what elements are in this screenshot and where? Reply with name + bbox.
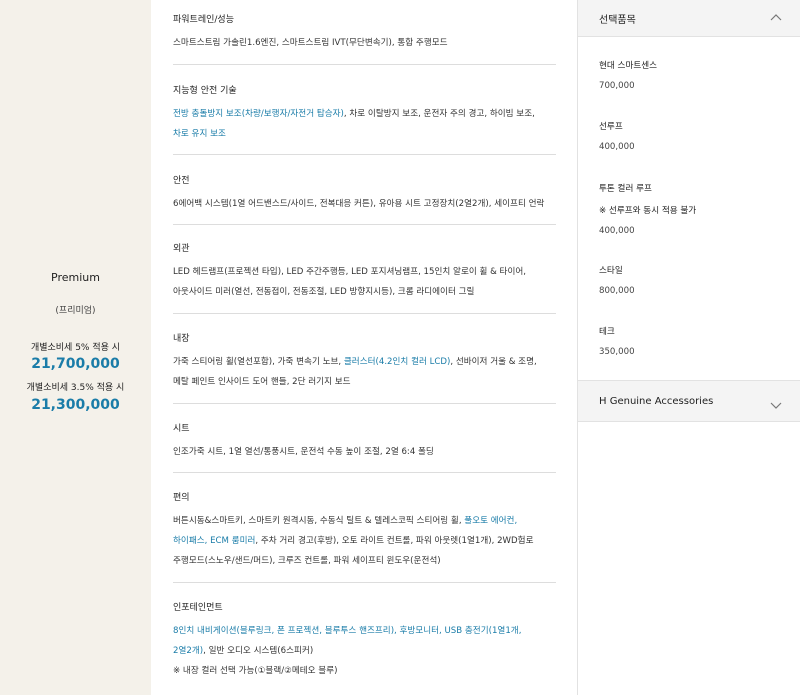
spec-line: 메탈 페인트 인사이드 도어 핸들, 2단 러기지 보드 — [173, 372, 556, 392]
chevron-down-icon[interactable] — [770, 399, 782, 411]
spec-line: 8인치 내비게이션(블루링크, 폰 프로젝션, 블루투스 핸즈프리), 후방모니… — [173, 621, 556, 641]
spec-line: 인조가죽 시트, 1열 열선/통풍시트, 운전석 수동 높이 조절, 2열 6:… — [173, 442, 556, 462]
trim-name: Premium — [51, 271, 100, 284]
spec-section: 파워트레인/성능 스마트스트림 가솔린1.6엔진, 스마트스트림 IVT(무단변… — [173, 12, 556, 53]
spec-line: 버튼시동&스마트키, 스마트키 원격시동, 수동식 틸트 & 텔레스코픽 스티어… — [173, 511, 556, 531]
spec-text: , 주차 거리 경고(후방), 오토 라이트 컨트롤, 파워 아웃렛(1열1개)… — [255, 536, 534, 546]
option-item: 테크 350,000 — [599, 325, 635, 357]
spec-section: 안전 6에어백 시스템(1열 어드밴스드/사이드, 전복대응 커튼), 유아용 … — [173, 173, 556, 214]
spec-body: 가죽 스티어링 휠(열선포함), 가죽 변속기 노브, 클러스터(4.2인치 컬… — [173, 352, 556, 392]
spec-text: ※ 내장 컬러 선택 가능(①블랙/②메테오 블루) — [173, 666, 338, 676]
spec-body: LED 헤드램프(프로젝션 타입), LED 주간주행등, LED 포지셔닝램프… — [173, 262, 556, 302]
tax35-label: 개별소비세 3.5% 적용 시 — [26, 383, 125, 393]
accessories-panel-title: H Genuine Accessories — [599, 396, 714, 407]
divider — [173, 154, 556, 155]
divider — [173, 582, 556, 583]
option-item: 현대 스마트센스 700,000 — [599, 59, 657, 91]
spec-body: 6에어백 시스템(1열 어드밴스드/사이드, 전복대응 커튼), 유아용 시트 … — [173, 194, 556, 214]
spec-text: , 일반 오디오 시스템(6스피커) — [203, 646, 314, 656]
option-item: 선루프 400,000 — [599, 120, 635, 152]
divider — [173, 472, 556, 473]
trim-name-korean: (프리미엄) — [55, 306, 96, 316]
spec-text: 6에어백 시스템(1열 어드밴스드/사이드, 전복대응 커튼), 유아용 시트 … — [173, 199, 545, 209]
spec-body: 전방 충돌방지 보조(차량/보행자/자전거 탑승자), 차로 이탈방지 보조, … — [173, 104, 556, 144]
spec-highlight-text: 전방 충돌방지 보조(차량/보행자/자전거 탑승자) — [173, 109, 344, 119]
option-name: 스타일 — [599, 266, 623, 276]
spec-section: 편의 버튼시동&스마트키, 스마트키 원격시동, 수동식 틸트 & 텔레스코픽 … — [173, 490, 556, 571]
options-sidebar: 선택품목 현대 스마트센스 700,000 선루프 400,000 투톤 컬러 … — [577, 0, 800, 695]
spec-section: 내장 가죽 스티어링 휠(열선포함), 가죽 변속기 노브, 클러스터(4.2인… — [173, 331, 556, 392]
spec-body: 스마트스트림 가솔린1.6엔진, 스마트스트림 IVT(무단변속기), 통합 주… — [173, 33, 556, 53]
option-name: 현대 스마트센스 — [599, 61, 658, 71]
tax35-price: 21,300,000 — [31, 397, 120, 413]
spec-text: 인조가죽 시트, 1열 열선/통풍시트, 운전석 수동 높이 조절, 2열 6:… — [173, 447, 434, 457]
spec-title: 내장 — [173, 334, 190, 344]
spec-line: ※ 내장 컬러 선택 가능(①블랙/②메테오 블루) — [173, 661, 556, 681]
options-panel-title: 선택품목 — [599, 15, 636, 26]
spec-title: 안전 — [173, 176, 190, 186]
spec-title: 지능형 안전 기술 — [173, 86, 237, 96]
option-price: 800,000 — [599, 286, 635, 296]
spec-line: 스마트스트림 가솔린1.6엔진, 스마트스트림 IVT(무단변속기), 통합 주… — [173, 33, 556, 53]
spec-line: 6에어백 시스템(1열 어드밴스드/사이드, 전복대응 커튼), 유아용 시트 … — [173, 194, 556, 214]
option-price: 400,000 — [599, 226, 635, 236]
spec-line: 차로 유지 보조 — [173, 124, 556, 144]
option-name: 투톤 컬러 루프 — [599, 184, 652, 194]
spec-text: 주행모드(스노우/샌드/머드), 크루즈 컨트롤, 파워 세이프티 윈도우(운전… — [173, 556, 441, 566]
spec-text: , 선바이저 거울 & 조명, — [450, 357, 537, 367]
accessories-panel-header[interactable]: H Genuine Accessories — [578, 380, 800, 422]
spec-line: 하이패스, ECM 룸미러, 주차 거리 경고(후방), 오토 라이트 컨트롤,… — [173, 531, 556, 551]
spec-highlight-text: 차로 유지 보조 — [173, 129, 226, 139]
spec-list: 파워트레인/성능 스마트스트림 가솔린1.6엔진, 스마트스트림 IVT(무단변… — [151, 0, 577, 695]
spec-body: 8인치 내비게이션(블루링크, 폰 프로젝션, 블루투스 핸즈프리), 후방모니… — [173, 621, 556, 681]
spec-highlight-text: 8인치 내비게이션(블루링크, 폰 프로젝션, 블루투스 핸즈프리), 후방모니… — [173, 626, 522, 636]
divider — [173, 224, 556, 225]
tax5-price: 21,700,000 — [31, 356, 120, 372]
spec-section: 외관 LED 헤드램프(프로젝션 타입), LED 주간주행등, LED 포지셔… — [173, 241, 556, 302]
spec-text: 스마트스트림 가솔린1.6엔진, 스마트스트림 IVT(무단변속기), 통합 주… — [173, 38, 448, 48]
options-panel-header[interactable]: 선택품목 — [578, 0, 800, 37]
option-name: 테크 — [599, 327, 615, 337]
spec-title: 시트 — [173, 424, 190, 434]
spec-line: 2열2개), 일반 오디오 시스템(6스피커) — [173, 641, 556, 661]
spec-title: 인포테인먼트 — [173, 603, 223, 613]
divider — [173, 313, 556, 314]
trim-summary-column: Premium (프리미엄) 개별소비세 5% 적용 시 21,700,000 … — [0, 0, 151, 695]
chevron-up-icon[interactable] — [770, 12, 782, 24]
divider — [173, 403, 556, 404]
spec-highlight-text: 클러스터(4.2인치 컬러 LCD) — [343, 357, 451, 367]
spec-section: 지능형 안전 기술 전방 충돌방지 보조(차량/보행자/자전거 탑승자), 차로… — [173, 83, 556, 144]
option-name: 선루프 — [599, 122, 623, 132]
spec-highlight-text: 풀오토 에어컨, — [464, 516, 518, 526]
option-price: 400,000 — [599, 142, 635, 152]
spec-text: LED 헤드램프(프로젝션 타입), LED 주간주행등, LED 포지셔닝램프… — [173, 267, 527, 277]
spec-line: 아웃사이드 미러(열선, 전동접이, 전동조절, LED 방향지시등), 크롬 … — [173, 282, 556, 302]
spec-title: 편의 — [173, 493, 190, 503]
option-item: 스타일 800,000 — [599, 264, 635, 296]
spec-title: 외관 — [173, 244, 190, 254]
spec-line: 주행모드(스노우/샌드/머드), 크루즈 컨트롤, 파워 세이프티 윈도우(운전… — [173, 551, 556, 571]
spec-text: 버튼시동&스마트키, 스마트키 원격시동, 수동식 틸트 & 텔레스코픽 스티어… — [173, 516, 465, 526]
spec-text: , 차로 이탈방지 보조, 운전자 주의 경고, 하이빔 보조, — [343, 109, 535, 119]
spec-section: 인포테인먼트 8인치 내비게이션(블루링크, 폰 프로젝션, 블루투스 핸즈프리… — [173, 600, 556, 681]
option-note: ※ 선루프와 동시 적용 불가 — [599, 206, 697, 216]
spec-line: 가죽 스티어링 휠(열선포함), 가죽 변속기 노브, 클러스터(4.2인치 컬… — [173, 352, 556, 372]
divider — [173, 64, 556, 65]
option-item: 투톤 컬러 루프 ※ 선루프와 동시 적용 불가 400,000 — [599, 182, 696, 236]
spec-body: 인조가죽 시트, 1열 열선/통풍시트, 운전석 수동 높이 조절, 2열 6:… — [173, 442, 556, 462]
spec-text: 아웃사이드 미러(열선, 전동접이, 전동조절, LED 방향지시등), 크롬 … — [173, 287, 475, 297]
option-price: 350,000 — [599, 347, 635, 357]
spec-title: 파워트레인/성능 — [173, 15, 234, 25]
spec-line: LED 헤드램프(프로젝션 타입), LED 주간주행등, LED 포지셔닝램프… — [173, 262, 556, 282]
tax5-label: 개별소비세 5% 적용 시 — [30, 343, 121, 353]
spec-highlight-text: 2열2개) — [173, 646, 204, 656]
spec-highlight-text: 하이패스, ECM 룸미러 — [173, 536, 256, 546]
option-price: 700,000 — [599, 81, 635, 91]
spec-line: 전방 충돌방지 보조(차량/보행자/자전거 탑승자), 차로 이탈방지 보조, … — [173, 104, 556, 124]
spec-section: 시트 인조가죽 시트, 1열 열선/통풍시트, 운전석 수동 높이 조절, 2열… — [173, 421, 556, 462]
spec-text: 가죽 스티어링 휠(열선포함), 가죽 변속기 노브, — [173, 357, 344, 367]
spec-body: 버튼시동&스마트키, 스마트키 원격시동, 수동식 틸트 & 텔레스코픽 스티어… — [173, 511, 556, 571]
spec-text: 메탈 페인트 인사이드 도어 핸들, 2단 러기지 보드 — [173, 377, 351, 387]
